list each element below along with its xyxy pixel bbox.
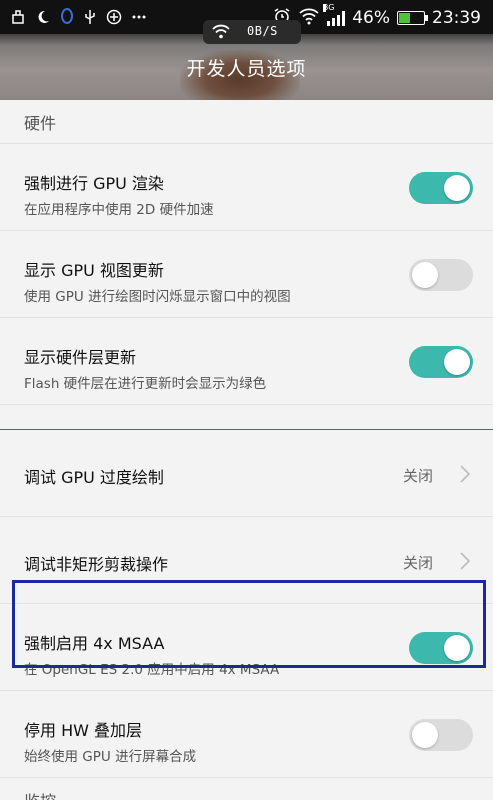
toggle-knob	[412, 722, 438, 748]
setting-show-gpu-view-updates[interactable]: 显示 GPU 视图更新 使用 GPU 进行绘图时闪烁显示窗口中的视图	[0, 231, 493, 318]
toggle-switch[interactable]	[409, 346, 473, 378]
usb-connected-icon	[10, 9, 26, 29]
setting-subtitle: Flash 硬件层在进行更新时会显示为绿色	[24, 376, 267, 392]
settings-list: 硬件 强制进行 GPU 渲染 在应用程序中使用 2D 硬件加速 显示 GPU 视…	[0, 100, 493, 800]
setting-title: 调试非矩形剪裁操作	[24, 555, 169, 574]
setting-title: 显示硬件层更新	[24, 348, 137, 367]
section-gap	[0, 405, 493, 429]
page-title: 开发人员选项	[186, 58, 307, 80]
setting-subtitle: 使用 GPU 进行绘图时闪烁显示窗口中的视图	[24, 289, 291, 305]
network-speed-indicator: 0B/S	[203, 20, 301, 44]
toggle-switch[interactable]	[409, 172, 473, 204]
wifi-icon	[298, 7, 320, 29]
toggle-switch[interactable]	[409, 259, 473, 291]
network-speed-text: 0B/S	[247, 24, 278, 38]
setting-subtitle: 始终使用 GPU 进行屏幕合成	[24, 749, 197, 765]
usb-debug-icon	[83, 9, 97, 29]
night-mode-icon	[35, 9, 51, 29]
chevron-right-icon	[459, 551, 471, 575]
wifi-icon	[211, 24, 231, 43]
toggle-knob	[412, 262, 438, 288]
qq-icon	[60, 8, 74, 29]
setting-show-hardware-layer-updates[interactable]: 显示硬件层更新 Flash 硬件层在进行更新时会显示为绿色	[0, 318, 493, 405]
setting-force-4x-msaa[interactable]: 强制启用 4x MSAA 在 OpenGL ES 2.0 应用中启用 4x MS…	[0, 604, 493, 691]
section-header-hardware: 硬件	[0, 100, 493, 144]
system-icons: 3G 46% 23:39	[273, 4, 481, 29]
setting-title: 调试 GPU 过度绘制	[24, 468, 164, 487]
network-type: 3G	[323, 3, 335, 12]
battery-icon	[397, 11, 428, 25]
battery-level	[399, 13, 410, 23]
setting-debug-gpu-overdraw[interactable]: 调试 GPU 过度绘制 关闭	[0, 430, 493, 517]
setting-subtitle: 在 OpenGL ES 2.0 应用中启用 4x MSAA	[24, 662, 280, 678]
setting-value: 关闭	[402, 554, 433, 572]
toggle-switch[interactable]	[409, 632, 473, 664]
status-time: 23:39	[432, 8, 481, 28]
setting-debug-non-rect-clip[interactable]: 调试非矩形剪裁操作 关闭	[0, 517, 493, 604]
toggle-switch[interactable]	[409, 719, 473, 751]
setting-disable-hw-overlays[interactable]: 停用 HW 叠加层 始终使用 GPU 进行屏幕合成	[0, 691, 493, 778]
app-header: 3G 46% 23:39 0B/S 开发人员选项	[0, 0, 493, 100]
toggle-knob	[444, 175, 470, 201]
setting-value: 关闭	[402, 467, 433, 485]
battery-percent: 46%	[352, 8, 390, 28]
setting-title: 强制启用 4x MSAA	[24, 634, 165, 653]
setting-title: 显示 GPU 视图更新	[24, 261, 164, 280]
section-header-monitoring: 监控	[0, 778, 493, 800]
more-dots-icon	[131, 9, 147, 29]
chevron-right-icon	[459, 464, 471, 488]
cellular-signal-icon: 3G	[323, 4, 346, 26]
setting-subtitle: 在应用程序中使用 2D 硬件加速	[24, 202, 214, 218]
setting-title: 强制进行 GPU 渲染	[24, 174, 164, 193]
toggle-knob	[444, 349, 470, 375]
notification-icons	[10, 8, 147, 29]
add-circle-icon	[106, 9, 122, 29]
setting-force-gpu-rendering[interactable]: 强制进行 GPU 渲染 在应用程序中使用 2D 硬件加速	[0, 144, 493, 231]
toggle-knob	[444, 635, 470, 661]
setting-title: 停用 HW 叠加层	[24, 721, 143, 740]
